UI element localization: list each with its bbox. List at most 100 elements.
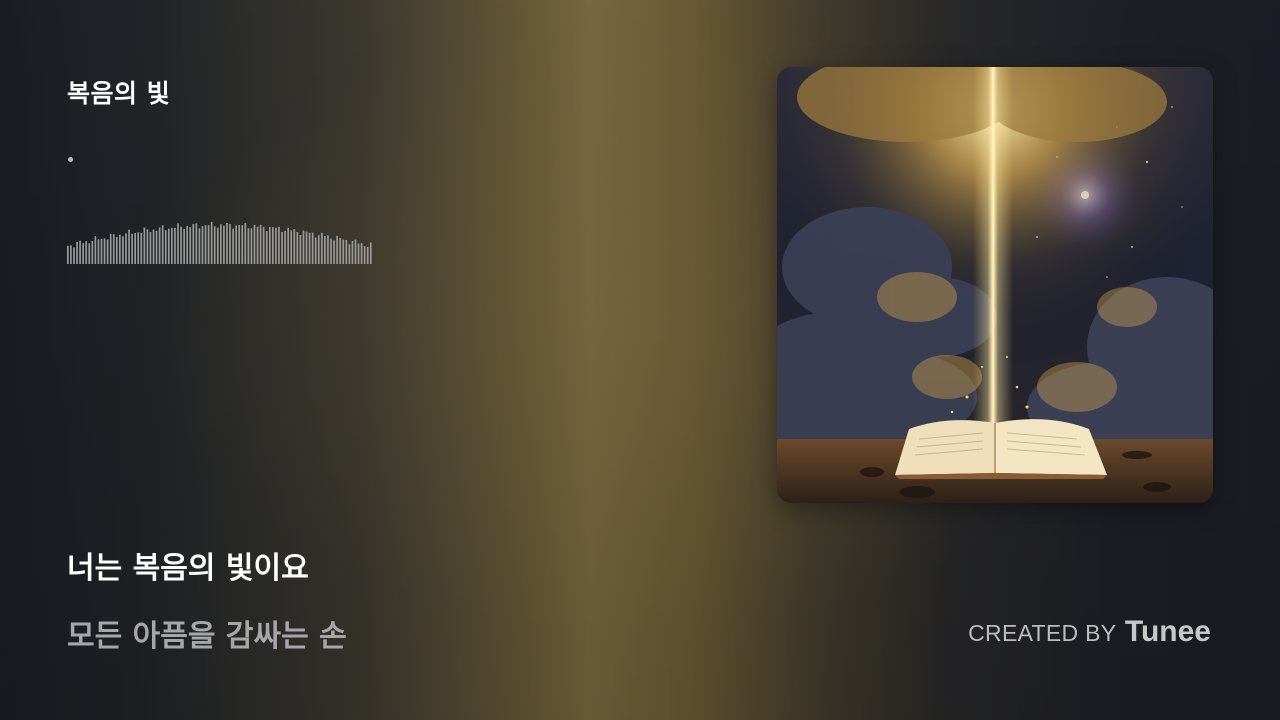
lyric-current-line: 너는 복음의 빛이요 — [67, 551, 309, 586]
waveform-bar — [265, 231, 268, 264]
waveform-bar — [183, 228, 185, 264]
waveform-bar — [103, 238, 106, 264]
waveform-bar — [232, 228, 234, 264]
waveform-bar — [94, 236, 97, 264]
waveform-bar — [201, 226, 204, 264]
waveform-bar — [235, 225, 237, 264]
waveform-bar — [223, 225, 225, 264]
lyric-next-line: 모든 아픔을 감싸는 손 — [67, 619, 347, 654]
waveform-bar — [85, 241, 88, 264]
waveform-bar — [186, 225, 189, 264]
waveform-bar — [281, 232, 283, 264]
waveform-bar — [360, 243, 363, 264]
waveform-bar — [302, 230, 305, 264]
waveform-bar — [226, 223, 228, 264]
waveform-bar — [287, 227, 289, 264]
waveform-bar — [275, 227, 277, 264]
waveform-bar — [195, 223, 198, 264]
created-by-credit: CREATED BY Tunee — [968, 615, 1211, 649]
waveform-bar — [210, 221, 213, 264]
waveform-bar — [272, 227, 274, 264]
waveform-bar — [333, 240, 335, 264]
waveform-bar — [213, 226, 216, 264]
waveform-bar — [109, 233, 112, 264]
waveform-bar — [354, 239, 357, 264]
waveform-bar — [311, 232, 314, 264]
waveform-bar — [207, 225, 210, 264]
waveform-bar — [241, 225, 244, 264]
album-cover — [777, 67, 1213, 503]
waveform-bar — [308, 232, 311, 264]
waveform-bar — [314, 237, 317, 264]
waveform-bar — [67, 245, 69, 264]
waveform-bar — [76, 241, 78, 264]
waveform-bar — [369, 242, 372, 264]
waveform-bar — [106, 239, 109, 264]
waveform-bar — [278, 226, 280, 264]
waveform-bar — [299, 235, 302, 264]
waveform-bar — [119, 234, 121, 264]
brand-logo-text: Tunee — [1124, 615, 1211, 648]
waveform-bar — [189, 227, 192, 264]
waveform-bar — [259, 224, 262, 264]
waveform-bar — [220, 224, 222, 264]
waveform-bar — [357, 243, 360, 264]
waveform-bar — [363, 246, 366, 264]
waveform-bar — [238, 224, 241, 264]
waveform-bar — [152, 229, 155, 264]
waveform-bar — [290, 230, 293, 264]
waveform-bar — [143, 227, 146, 264]
waveform-bar — [100, 238, 103, 264]
waveform-bar — [324, 236, 326, 264]
waveform-bar — [284, 230, 286, 264]
waveform-bar — [134, 232, 136, 264]
waveform-bar — [296, 231, 299, 264]
album-art-image — [777, 67, 1213, 503]
waveform-bar — [125, 233, 127, 264]
waveform-bar — [140, 232, 143, 264]
waveform-bar — [192, 223, 195, 264]
waveform-bar — [73, 247, 75, 264]
audio-waveform — [67, 221, 372, 264]
waveform-bar — [342, 239, 345, 264]
waveform-bar — [97, 239, 100, 264]
waveform-bar — [250, 228, 253, 264]
progress-dot — [68, 157, 73, 162]
waveform-bar — [122, 236, 124, 264]
waveform-bar — [115, 236, 118, 264]
waveform-bar — [317, 235, 320, 264]
waveform-bar — [70, 245, 72, 264]
waveform-bar — [164, 230, 167, 264]
waveform-bar — [204, 225, 207, 264]
waveform-bar — [339, 238, 342, 264]
waveform-bar — [345, 239, 348, 264]
waveform-bar — [167, 228, 170, 264]
waveform-bar — [161, 225, 164, 264]
waveform-bar — [171, 227, 173, 264]
created-by-label: CREATED BY — [968, 620, 1117, 646]
waveform-bar — [174, 227, 176, 264]
waveform-bar — [330, 238, 332, 264]
waveform-bar — [305, 231, 308, 264]
waveform-bar — [131, 233, 133, 264]
song-title: 복음의 빛 — [67, 79, 171, 108]
waveform-bar — [320, 232, 323, 264]
waveform-bar — [247, 228, 250, 264]
waveform-bar — [348, 244, 351, 264]
waveform-bar — [336, 235, 338, 264]
waveform-bar — [256, 226, 259, 264]
waveform-bar — [82, 243, 84, 264]
waveform-bar — [366, 246, 369, 264]
waveform-bar — [137, 232, 140, 264]
waveform-bar — [327, 235, 329, 264]
waveform-bar — [180, 226, 182, 264]
waveform-bar — [262, 226, 265, 264]
waveform-bar — [88, 243, 91, 264]
waveform-bar — [229, 223, 231, 264]
waveform-bar — [79, 240, 81, 264]
waveform-bar — [268, 226, 271, 264]
waveform-bar — [155, 230, 158, 264]
waveform-bar — [158, 227, 161, 264]
waveform-bar — [244, 223, 247, 264]
waveform-bar — [253, 224, 256, 264]
